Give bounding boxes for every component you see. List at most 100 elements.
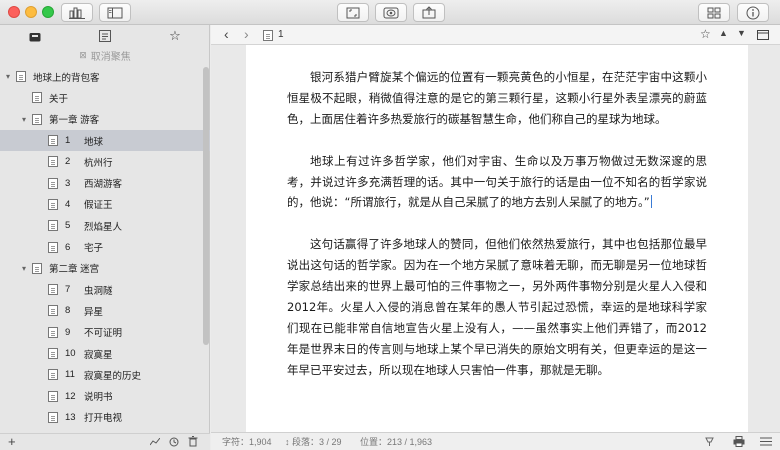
sidebar-item-number: 1 [65,135,71,147]
minimize-window-button[interactable] [25,6,37,18]
trash-icon[interactable] [188,436,198,447]
disclosure-triangle-icon[interactable]: ▾ [4,72,12,81]
tab-favorites[interactable]: ☆ [140,25,210,47]
printer-icon[interactable] [733,436,745,447]
sidebar-item-label: 打开电视 [84,413,123,425]
add-document-button[interactable]: + [8,434,16,449]
typewriter-mode-icon[interactable] [705,437,714,447]
sidebar-item[interactable]: ▾ 第二章 迷宫 [0,258,210,279]
history-icon[interactable] [169,437,179,447]
zoom-window-button[interactable] [42,6,54,18]
editor-text[interactable]: 银河系猎户臂旋某个偏远的位置有一颗亮黄色的小恒星，在茫茫宇宙中这颗小恒星极不起眼… [287,67,707,401]
page-number: 1 [278,29,284,40]
toggle-sidebar-button[interactable] [99,3,131,22]
sidebar-item-label: 第二章 迷宫 [49,264,100,276]
editor-page[interactable]: 银河系猎户臂旋某个偏远的位置有一颗亮黄色的小恒星，在茫茫宇宙中这颗小恒星极不起眼… [246,45,748,432]
document-icon [48,348,58,359]
paragraph-count-label: 段落： [292,437,320,447]
document-icon [32,113,42,125]
sidebar-item[interactable]: 11 寂寞星的历史 [0,364,210,385]
disclosure-triangle-icon[interactable]: ▾ [20,115,28,124]
unfocus-label: 取消聚焦 [90,52,131,63]
sidebar-item-number: 8 [65,305,71,317]
sidebar-item[interactable]: 2 杭州行 [0,151,210,172]
sidebar-scrollbar[interactable] [203,67,209,345]
sidebar-item[interactable]: 1 地球 [0,129,210,152]
sidebar-item[interactable]: 10 寂寞星 [0,343,210,364]
share-icon [422,6,436,19]
document-icon [48,326,58,338]
close-window-button[interactable] [8,6,20,18]
nav-back-button[interactable]: ‹ [224,26,229,42]
tab-outline[interactable] [70,25,140,47]
sidebar-item[interactable]: 4 假证王 [0,194,210,215]
sidebar-item-number: 10 [65,348,76,359]
paragraph-count: ↕ 段落：3 / 29 [285,435,342,448]
sidebar-item[interactable]: ▾ 第一章 游客 [0,109,210,130]
sidebar-item-label: 假证王 [84,200,113,212]
preview-button[interactable] [375,3,407,22]
sidebar-item-number: 2 [65,156,71,168]
sidebar-item-label: 关于 [49,93,69,105]
nav-forward-button[interactable]: › [244,26,249,42]
document-icon [48,156,58,168]
unfocus-icon: ⊠ [79,50,87,60]
sidebar-item[interactable]: 9 不可证明 [0,322,210,343]
sidebar-item[interactable]: 6 宅子 [0,236,210,257]
sidebar-item[interactable]: 7 虫洞隧 [0,279,210,300]
chevron-down-icon[interactable]: ▼ [737,28,746,38]
sidebar-tabs: ☆ [0,25,210,47]
sidebar-item-label: 西湖游客 [84,179,123,191]
sidebar-item-label: 地球上的背包客 [33,72,100,84]
outline-icon [99,30,111,42]
sidebar-item[interactable]: 8 异星 [0,300,210,321]
chevron-up-icon[interactable]: ▲ [719,28,728,38]
sidebar-item[interactable]: 关于 [0,87,210,108]
inbox-icon [29,32,41,41]
share-button[interactable] [413,3,445,22]
paragraph-3[interactable]: 这句话赢得了许多地球人的赞同，但他们依然热爱旅行，其中也包括那位最早说出这句话的… [287,234,707,380]
document-icon [48,305,58,317]
sidebar-item[interactable]: 13 打开电视 [0,407,210,428]
favorite-star-icon[interactable]: ☆ [700,27,711,41]
sidebar-item[interactable]: 12 说明书 [0,385,210,406]
paragraph-icon: ↕ [285,437,293,447]
grid-icon [707,7,721,18]
library-button[interactable] [61,3,93,22]
disclosure-triangle-icon[interactable]: ▾ [20,264,28,273]
paragraph-2-text[interactable]: 地球上有过许多哲学家，他们对宇宙、生命以及万事万物做过无数深邃的思考，并说过许多… [287,154,707,210]
char-count: 字符：1,904 [222,435,272,448]
split-view-icon[interactable] [757,30,769,40]
document-icon [48,177,58,189]
char-count-value: 1,904 [249,437,272,447]
sidebar-item-number: 5 [65,220,71,232]
eye-icon [383,7,399,18]
cursor-position: 位置：213 / 1,963 [360,435,432,448]
sidebar-item[interactable]: 3 西湖游客 [0,172,210,193]
title-bar [0,0,780,25]
tab-projects[interactable] [0,25,70,47]
sidebar-item[interactable]: ▾ 地球上的背包客 [0,66,210,87]
paragraph-1[interactable]: 银河系猎户臂旋某个偏远的位置有一颗亮黄色的小恒星，在茫茫宇宙中这颗小恒星极不起眼… [287,67,707,130]
sidebar-item-number: 3 [65,177,71,189]
sidebar-item-label: 烈焰星人 [84,221,123,233]
document-tree: ▾ 地球上的背包客关于 ▾ 第一章 游客 1 地球 2 杭州行 3 西湖游客 4 假证王 5 烈焰星人 6 宅… [0,66,210,428]
char-count-label: 字符： [222,437,250,447]
unfocus-button[interactable]: ⊠ 取消聚焦 [0,47,210,64]
document-icon [48,198,58,210]
fullscreen-button[interactable] [337,3,369,22]
sidebar: ☆ ⊠ 取消聚焦 ▾ 地球上的背包客关于 ▾ 第一章 游客 1 地球 2 杭州行 3 西湖游客 4 假… [0,25,210,450]
stats-icon[interactable] [150,438,160,446]
sidebar-icon [107,7,123,18]
text-caret [650,195,652,209]
library-icon [69,7,85,19]
sidebar-item[interactable]: 5 烈焰星人 [0,215,210,236]
status-bar: 字符：1,904 ↕ 段落：3 / 29 位置：213 / 1,963 [211,432,780,450]
grid-view-button[interactable] [698,3,730,22]
info-button[interactable] [737,3,769,22]
sidebar-item-label: 寂寞星的历史 [84,370,142,382]
sidebar-item-number: 7 [65,284,71,296]
options-icon[interactable] [760,436,772,447]
sidebar-item-number: 12 [65,390,76,402]
paragraph-2[interactable]: 地球上有过许多哲学家，他们对宇宙、生命以及万事万物做过无数深邃的思考，并说过许多… [287,151,707,214]
